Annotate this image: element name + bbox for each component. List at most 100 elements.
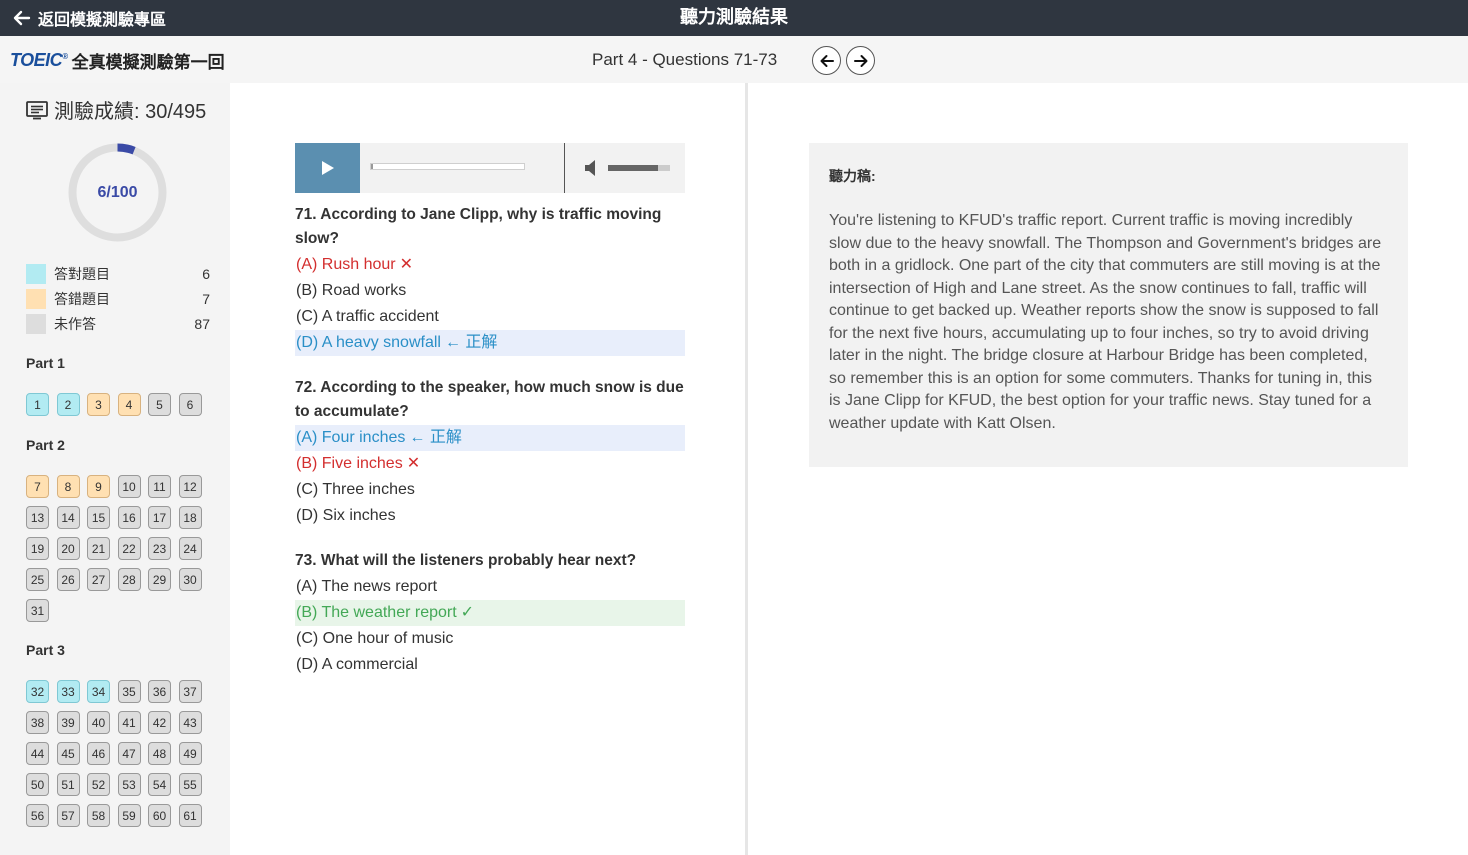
toeic-logo: TOEIC® <box>10 50 68 70</box>
part-heading: Part 2 <box>26 437 65 453</box>
question-button[interactable]: 28 <box>117 568 141 591</box>
question-button[interactable]: 40 <box>87 711 110 734</box>
question-button[interactable]: 17 <box>148 506 171 529</box>
question-button[interactable]: 44 <box>26 742 49 765</box>
question-button[interactable]: 26 <box>56 568 80 591</box>
play-button[interactable] <box>295 143 360 193</box>
legend-count: 7 <box>202 290 210 307</box>
answer-option[interactable]: (B) Road works <box>295 278 685 304</box>
question-button[interactable]: 58 <box>87 804 110 827</box>
question-button[interactable]: 49 <box>178 742 202 765</box>
question-button[interactable]: 9 <box>87 475 110 498</box>
question-button[interactable]: 3 <box>87 393 110 416</box>
answer-option[interactable]: (D) A heavy snowfall ← 正解 <box>295 330 685 356</box>
question-button[interactable]: 5 <box>148 393 171 416</box>
question-button[interactable]: 34 <box>87 680 110 703</box>
option-text: (B) The weather report <box>296 604 457 621</box>
question-button[interactable]: 56 <box>26 804 49 827</box>
question-grid: 7 8 9 10 11 12 13 14 15 16 17 18 19 20 21 22 23 24 25 26 27 2… <box>26 475 210 630</box>
question-button[interactable]: 1 <box>26 393 49 416</box>
volume-slider[interactable] <box>608 165 670 171</box>
answer-option[interactable]: (A) The news report <box>295 574 685 600</box>
page-title: 聽力測驗結果 <box>680 7 788 27</box>
legend: 答對題目 6 答錯題目 7 未作答 87 <box>26 261 210 336</box>
question-text: 71. According to Jane Clipp, why is traf… <box>295 206 662 247</box>
answer-option[interactable]: (B) Five inches ✕ <box>295 451 685 477</box>
question-button[interactable]: 14 <box>56 506 80 529</box>
volume-fill <box>608 165 658 171</box>
question-block: 73. What will the listeners probably hea… <box>295 549 685 678</box>
question-button[interactable]: 37 <box>178 680 202 703</box>
question-button[interactable]: 31 <box>26 599 49 622</box>
question-button[interactable]: 18 <box>178 506 202 529</box>
question-block: 72. According to the speaker, how much s… <box>295 376 685 529</box>
answer-option[interactable]: (D) A commercial <box>295 652 685 678</box>
question-button[interactable]: 54 <box>148 773 171 796</box>
previous-button[interactable] <box>812 46 841 75</box>
question-button[interactable]: 32 <box>26 680 49 703</box>
question-button[interactable]: 50 <box>26 773 49 796</box>
question-button[interactable]: 39 <box>56 711 80 734</box>
question-button[interactable]: 22 <box>117 537 141 560</box>
check-mark-icon: ✓ <box>460 604 475 621</box>
question-button[interactable]: 35 <box>117 680 141 703</box>
next-button[interactable] <box>846 46 875 75</box>
question-button[interactable]: 16 <box>117 506 141 529</box>
question-button[interactable]: 51 <box>56 773 80 796</box>
answer-option[interactable]: (D) Six inches <box>295 503 685 529</box>
question-button[interactable]: 23 <box>148 537 171 560</box>
answer-option[interactable]: (B) The weather report ✓ <box>295 600 685 626</box>
question-button[interactable]: 59 <box>117 804 141 827</box>
volume-icon[interactable] <box>584 158 598 178</box>
question-button[interactable]: 46 <box>87 742 110 765</box>
question-button[interactable]: 36 <box>148 680 171 703</box>
answer-option[interactable]: (A) Four inches ← 正解 <box>295 425 685 451</box>
question-button[interactable]: 10 <box>117 475 141 498</box>
question-button[interactable]: 21 <box>87 537 110 560</box>
question-button[interactable]: 42 <box>148 711 171 734</box>
question-button[interactable]: 33 <box>56 680 80 703</box>
question-button[interactable]: 53 <box>117 773 141 796</box>
question-button[interactable]: 41 <box>117 711 141 734</box>
question-button[interactable]: 24 <box>178 537 202 560</box>
back-button-label: 返回模擬測驗專區 <box>38 12 167 29</box>
question-button[interactable]: 2 <box>56 393 80 416</box>
back-button[interactable]: 返回模擬測驗專區 <box>12 0 166 36</box>
question-button[interactable]: 15 <box>87 506 110 529</box>
question-button[interactable]: 19 <box>26 537 49 560</box>
question-button[interactable]: 57 <box>56 804 80 827</box>
question-button[interactable]: 12 <box>178 475 202 498</box>
question-button[interactable]: 38 <box>26 711 49 734</box>
audio-progress-bar[interactable] <box>370 163 525 170</box>
question-button[interactable]: 29 <box>148 568 171 591</box>
option-text: (A) The news report <box>296 578 438 595</box>
question-button[interactable]: 6 <box>178 393 202 416</box>
question-button[interactable]: 27 <box>87 568 110 591</box>
option-text: (A) Rush hour <box>296 256 396 273</box>
question-button[interactable]: 11 <box>148 475 171 498</box>
answer-option[interactable]: (A) Rush hour ✕ <box>295 252 685 278</box>
answer-option[interactable]: (C) One hour of music <box>295 626 685 652</box>
question-button[interactable]: 47 <box>117 742 141 765</box>
question-button[interactable]: 4 <box>117 393 141 416</box>
audio-player <box>295 143 685 193</box>
question-button[interactable]: 52 <box>87 773 110 796</box>
question-button[interactable]: 20 <box>56 537 80 560</box>
question-button[interactable]: 30 <box>178 568 202 591</box>
option-text: (D) A commercial <box>296 656 418 673</box>
question-button[interactable]: 61 <box>178 804 202 827</box>
question-button[interactable]: 7 <box>26 475 49 498</box>
question-button[interactable]: 48 <box>148 742 171 765</box>
question-button[interactable]: 55 <box>178 773 202 796</box>
question-list: 71. According to Jane Clipp, why is traf… <box>295 203 685 698</box>
question-button[interactable]: 8 <box>56 475 80 498</box>
question-button[interactable]: 43 <box>178 711 202 734</box>
answer-option[interactable]: (C) A traffic accident <box>295 304 685 330</box>
answer-option[interactable]: (C) Three inches <box>295 477 685 503</box>
question-button[interactable]: 60 <box>148 804 171 827</box>
question-button[interactable]: 45 <box>56 742 80 765</box>
legend-count: 6 <box>202 265 210 282</box>
transcript-text: You're listening to KFUD's traffic repor… <box>829 212 1382 432</box>
question-button[interactable]: 25 <box>26 568 49 591</box>
question-button[interactable]: 13 <box>26 506 49 529</box>
